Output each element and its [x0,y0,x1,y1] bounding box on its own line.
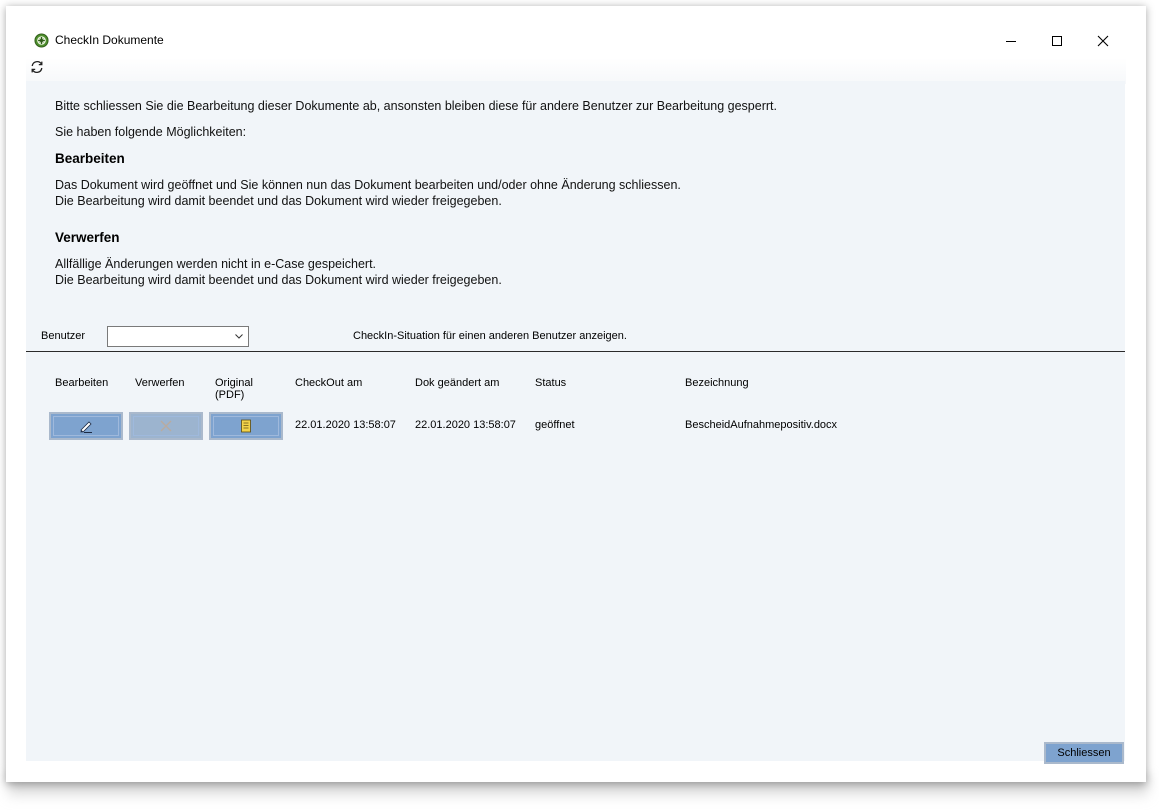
col-header-name: Bezeichnung [685,377,749,389]
window-title: CheckIn Dokumente [55,33,164,47]
col-header-original: Original (PDF) [215,377,253,401]
discard-x-icon [160,420,172,432]
discard-description-2: Die Bearbeitung wird damit beendet und d… [55,273,502,287]
cell-changed-date: 22.01.2020 13:58:07 [415,419,516,431]
schliessen-button[interactable]: Schliessen [1044,742,1124,764]
cell-document-name: BescheidAufnahmepositiv.docx [685,419,838,431]
minimize-button[interactable] [988,26,1034,56]
edit-document-button[interactable] [49,412,123,440]
discard-heading: Verwerfen [55,230,120,245]
edit-description-2: Die Bearbeitung wird damit beendet und d… [55,194,502,208]
app-globe-icon [34,33,49,48]
pen-icon [80,421,92,433]
col-header-status: Status [535,377,567,389]
divider [26,351,1125,352]
pdf-document-icon [241,419,251,433]
dialog-content: Bitte schliessen Sie die Bearbeitung die… [26,81,1125,764]
checkin-dialog: CheckIn Dokumente Bitte schliessen Sie d… [6,6,1146,782]
info-text: Bitte schliessen Sie die Bearbeitung die… [55,99,777,113]
col-header-edit: Bearbeiten [55,377,109,389]
close-icon [1097,35,1109,47]
user-filter-hint: CheckIn-Situation für einen anderen Benu… [353,330,627,342]
refresh-icon[interactable] [29,59,45,75]
cell-status: geöffnet [535,419,575,431]
edit-heading: Bearbeiten [55,151,125,166]
user-dropdown[interactable] [107,326,249,347]
title-bar: CheckIn Dokumente [6,6,1146,50]
edit-description: Das Dokument wird geöffnet und Sie könne… [55,178,681,192]
close-window-button[interactable] [1080,26,1126,56]
cell-checkout-date: 22.01.2020 13:58:07 [295,419,396,431]
col-header-original-line1: Original [215,377,253,389]
maximize-button[interactable] [1034,26,1080,56]
discard-description: Allfällige Änderungen werden nicht in e-… [55,257,377,271]
chevron-down-icon [235,334,243,339]
col-header-checkout: CheckOut am [295,377,363,389]
col-header-changed: Dok geändert am [415,377,500,389]
maximize-icon [1052,36,1062,46]
minimize-icon [1006,41,1016,42]
options-intro: Sie haben folgende Möglichkeiten: [55,125,247,139]
discard-document-button[interactable] [129,412,203,440]
user-label: Benutzer [41,330,86,342]
col-header-discard: Verwerfen [135,377,185,389]
original-pdf-button[interactable] [209,412,283,440]
col-header-original-line2: (PDF) [215,389,245,401]
